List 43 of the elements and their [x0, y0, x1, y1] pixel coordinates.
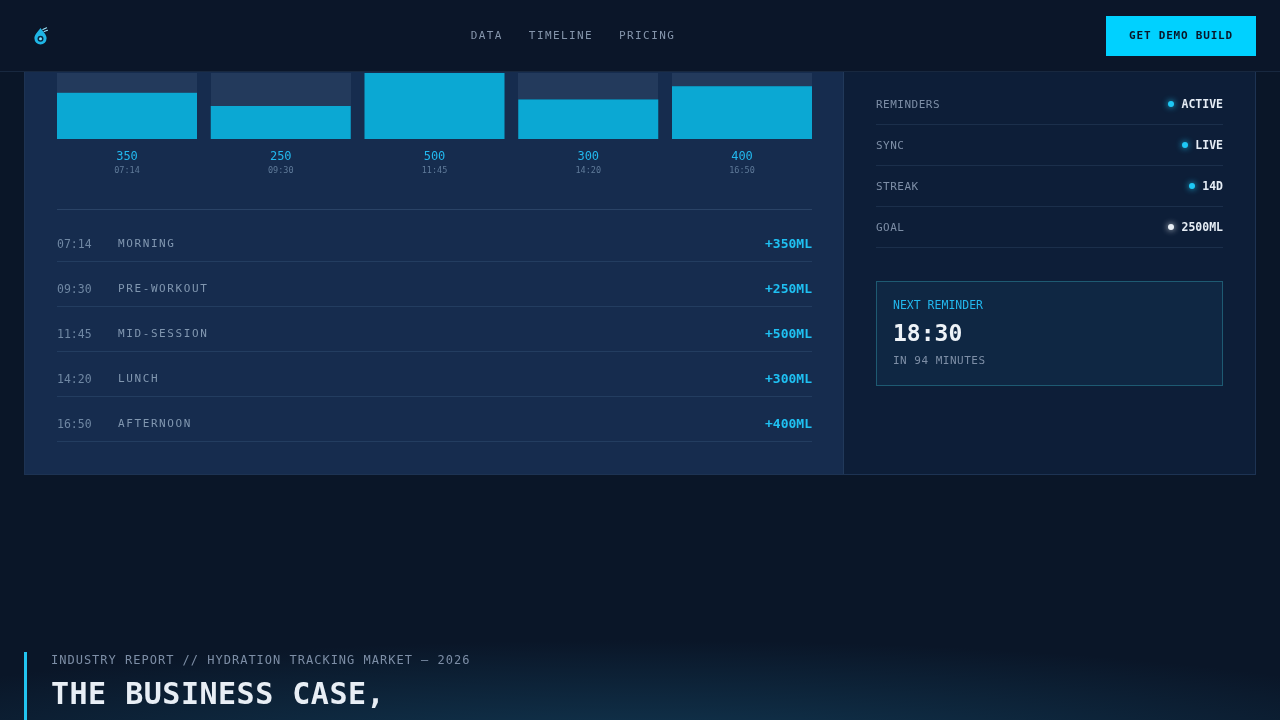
chart-value-label: 300 — [577, 149, 600, 163]
log-label: MORNING — [118, 237, 177, 250]
status-label: GOAL — [876, 220, 905, 234]
chart-value-label: 250 — [269, 149, 292, 163]
log-label: AFTERNOON — [118, 417, 193, 430]
chart-value-label: 350 — [116, 149, 138, 163]
log-label: PRE-WORKOUT — [118, 282, 210, 295]
next-reminder-time: 18:30 — [893, 319, 963, 347]
demo-button[interactable]: GET DEMO BUILD — [1106, 15, 1256, 56]
droplet-icon[interactable] — [33, 26, 48, 45]
report-title: THE BUSINESS CASE, — [51, 676, 387, 712]
log-time: 09:30 — [57, 281, 93, 296]
chart-category-label: 07:14 — [114, 165, 140, 176]
status-value: 14D — [1202, 179, 1223, 193]
log-time: 16:50 — [57, 416, 93, 431]
status-label: SYNC — [876, 138, 905, 152]
nav-link[interactable]: PRICING — [619, 29, 676, 42]
report-kicker: INDUSTRY REPORT // HYDRATION TRACKING MARKET — 2026 — [51, 653, 472, 667]
status-value: LIVE — [1195, 138, 1223, 152]
chart-category-label: 14:20 — [575, 165, 602, 176]
log-amount: +350ML — [765, 236, 812, 251]
nav-link[interactable]: TIMELINE — [528, 29, 594, 42]
log-amount: +250ML — [765, 281, 812, 296]
next-reminder-note: IN 94 MINUTES — [893, 354, 986, 368]
chart-category-label: 11:45 — [421, 165, 448, 176]
log-time: 07:14 — [57, 236, 93, 251]
next-reminder-label: NEXT REMINDER — [893, 298, 983, 312]
chart-value-label: 500 — [423, 149, 446, 163]
log-label: LUNCH — [118, 372, 161, 385]
nav-link[interactable]: DATA — [470, 29, 503, 42]
chart-category-label: 16:50 — [729, 165, 755, 176]
chart-category-label: 09:30 — [267, 165, 294, 176]
status-label: REMINDERS — [876, 97, 941, 111]
log-label: MID-SESSION — [118, 327, 210, 340]
status-label: STREAK — [876, 179, 919, 193]
log-amount: +300ML — [765, 371, 812, 386]
log-amount: +500ML — [765, 326, 812, 341]
status-value: ACTIVE — [1181, 97, 1223, 111]
status-value: 2500ML — [1181, 220, 1223, 234]
log-time: 11:45 — [57, 326, 93, 341]
log-time: 14:20 — [57, 371, 93, 386]
chart-value-label: 400 — [731, 149, 753, 163]
log-amount: +400ML — [765, 416, 812, 431]
